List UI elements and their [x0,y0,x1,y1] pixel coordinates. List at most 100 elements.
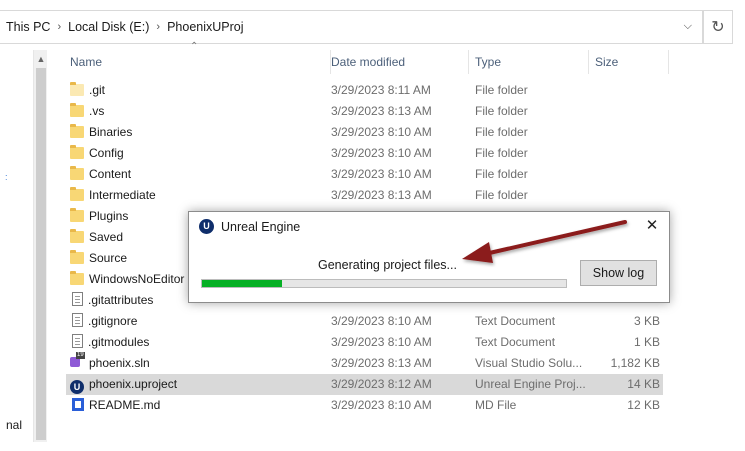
file-type: File folder [475,125,528,139]
close-icon[interactable]: ✕ [643,217,661,235]
file-date-modified: 3/29/2023 8:10 AM [331,125,432,139]
folder-icon [70,103,84,117]
show-log-button[interactable]: Show log [580,260,657,286]
file-name-cell[interactable]: WindowsNoEditor [70,269,184,290]
breadcrumb-local-disk[interactable]: Local Disk (E:) [68,20,149,34]
file-row[interactable]: Uphoenix.uproject 3/29/2023 8:12 AM Unreal… [66,374,663,395]
file-date-modified: 3/29/2023 8:10 AM [331,167,432,181]
breadcrumb-separator-icon[interactable]: › [156,21,160,33]
file-size: 1 KB [633,335,660,349]
column-header-type[interactable]: Type [469,50,589,74]
file-name: phoenix.uproject [89,377,178,391]
file-name-cell[interactable]: .gitmodules [70,332,149,353]
file-name-cell[interactable]: Binaries [70,122,132,143]
progress-bar-fill [202,280,283,287]
file-name: Binaries [89,125,133,139]
file-row[interactable]: Binaries 3/29/2023 8:10 AM File folder [48,122,745,143]
file-name-cell[interactable]: Config [70,143,124,164]
file-name-cell[interactable]: Source [70,248,127,269]
file-type: File folder [475,104,528,118]
file-type: Text Document [475,314,556,328]
file-name: Intermediate [89,188,156,202]
dialog-title: Unreal Engine [221,220,301,234]
file-row[interactable]: .gitmodules 3/29/2023 8:10 AM Text Documen… [48,332,745,353]
file-name-cell[interactable]: README.md [70,395,160,416]
scrollbar-thumb[interactable] [36,68,46,440]
unreal-engine-dialog: U Unreal Engine ✕ Generating project fil… [188,211,670,303]
file-date-modified: 3/29/2023 8:10 AM [331,398,432,412]
file-type: File folder [475,167,528,181]
file-name-cell[interactable]: .gitignore [70,311,137,332]
file-name-cell[interactable]: Content [70,164,131,185]
file-row[interactable]: README.md 3/29/2023 8:10 AM MD File 12 KB [48,395,745,416]
file-date-modified: 3/29/2023 8:13 AM [331,188,432,202]
document-icon [72,334,83,348]
markdown-file-icon [72,398,84,411]
file-name-cell[interactable]: .vs [70,101,104,122]
document-icon [72,292,83,306]
file-row[interactable]: .vs 3/29/2023 8:13 AM File folder [48,101,745,122]
folder-icon [70,229,84,243]
breadcrumb-separator-icon[interactable]: › [57,21,61,33]
scroll-up-icon[interactable]: ▲ [34,52,48,66]
file-name: .vs [89,104,105,118]
file-date-modified: 3/29/2023 8:10 AM [331,314,432,328]
file-name-cell[interactable]: .gitattributes [70,290,153,311]
file-row[interactable]: .gitignore 3/29/2023 8:10 AM Text Document… [48,311,745,332]
address-bar[interactable]: This PC › Local Disk (E:) › PhoenixUProj… [0,10,703,44]
file-row[interactable]: Content 3/29/2023 8:10 AM File folder [48,164,745,185]
file-name-cell[interactable]: Intermediate [70,185,156,206]
file-name: Saved [89,230,124,244]
refresh-icon[interactable]: ↻ [703,10,733,44]
folder-icon [70,124,84,138]
breadcrumb-phoenixuproj[interactable]: PhoenixUProj [167,20,243,34]
file-date-modified: 3/29/2023 8:13 AM [331,356,432,370]
column-header-size[interactable]: Size [589,50,669,74]
breadcrumb-this-pc[interactable]: This PC [6,20,50,34]
file-date-modified: 3/29/2023 8:10 AM [331,146,432,160]
file-name-cell[interactable]: .git [70,80,105,101]
file-row[interactable]: Intermediate 3/29/2023 8:13 AM File folder [48,185,745,206]
file-size: 12 KB [627,398,660,412]
visual-studio-solution-icon [70,352,85,369]
chevron-down-icon[interactable]: ⌵ [684,20,692,33]
folder-icon [70,82,84,96]
file-row[interactable]: .git 3/29/2023 8:11 AM File folder [48,80,745,101]
file-name-cell[interactable]: Uphoenix.uproject [70,374,177,395]
file-type: Visual Studio Solu... [475,356,583,370]
file-name: .gitmodules [88,335,150,349]
column-headers: Name Date modified Type Size [48,50,745,74]
file-type: MD File [475,398,517,412]
file-name: Content [89,167,132,181]
file-row[interactable]: Config 3/29/2023 8:10 AM File folder [48,143,745,164]
file-name: Source [89,251,128,265]
folder-icon [70,145,84,159]
file-date-modified: 3/29/2023 8:13 AM [331,104,432,118]
folder-icon [70,187,84,201]
vertical-scrollbar[interactable]: ▲ [33,50,47,442]
file-name-cell[interactable]: phoenix.sln [70,352,150,374]
file-name-cell[interactable]: Saved [70,227,123,248]
nav-pane-item[interactable]: nal [6,418,22,432]
file-type: Unreal Engine Proj... [475,377,586,391]
file-date-modified: 3/29/2023 8:11 AM [331,83,431,97]
file-size: 1,182 KB [610,356,660,370]
column-header-name[interactable]: Name [64,50,331,74]
file-row[interactable]: phoenix.sln 3/29/2023 8:13 AM Visual Studi… [48,352,745,374]
progress-bar [201,279,567,288]
file-type: File folder [475,83,528,97]
file-size: 14 KB [627,377,660,391]
file-size: 3 KB [633,314,660,328]
file-name: README.md [89,398,161,412]
dialog-status-text: Generating project files... [318,258,457,272]
file-type: File folder [475,188,528,202]
file-name: Config [89,146,124,160]
dialog-title-bar[interactable]: U Unreal Engine ✕ [189,212,669,242]
column-header-date-modified[interactable]: Date modified [325,50,469,74]
nav-pane-marker: : [5,172,8,182]
file-name: .gitattributes [88,293,154,307]
folder-icon [70,166,84,180]
file-name-cell[interactable]: Plugins [70,206,128,227]
file-type: File folder [475,146,528,160]
document-icon [72,313,83,327]
